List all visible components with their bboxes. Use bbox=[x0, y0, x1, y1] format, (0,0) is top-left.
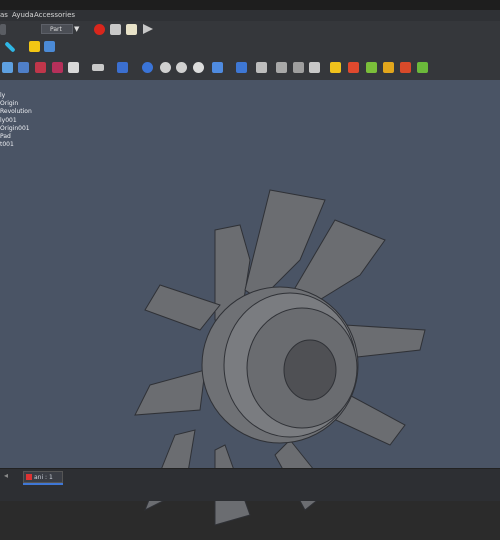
pad-icon[interactable] bbox=[18, 62, 29, 73]
datum-icon[interactable] bbox=[92, 64, 104, 71]
status-bar: ◂ ani : 1 bbox=[0, 468, 500, 501]
feature-red2-icon[interactable] bbox=[400, 62, 411, 73]
partdesign-toolbar bbox=[0, 55, 500, 81]
measure-icon[interactable] bbox=[4, 41, 16, 53]
stack-icon[interactable] bbox=[309, 62, 320, 73]
menu-item-ayuda[interactable]: Ayuda bbox=[12, 10, 34, 21]
tree-item[interactable]: Pad bbox=[0, 133, 32, 141]
chevron-down-icon[interactable]: ▼ bbox=[74, 24, 83, 34]
chamfer-icon[interactable] bbox=[176, 62, 187, 73]
part-icon[interactable] bbox=[29, 41, 40, 52]
menu-item-accessories[interactable]: Accessories bbox=[34, 10, 75, 21]
part-toolbar bbox=[0, 38, 500, 56]
document-tab[interactable]: ani : 1 bbox=[23, 471, 63, 483]
macro-toolbar: Part ▼ bbox=[0, 21, 500, 39]
window-titlebar bbox=[0, 0, 500, 10]
thickness-icon[interactable] bbox=[212, 62, 223, 73]
tree-item[interactable]: Revolution bbox=[0, 108, 32, 116]
tree-item[interactable]: Origin bbox=[0, 100, 32, 108]
record-macro-icon[interactable] bbox=[94, 24, 105, 35]
chevron-left-icon[interactable]: ◂ bbox=[4, 471, 8, 480]
3d-viewport[interactable]: ly Origin Revolution ly001 Origin001 Pad… bbox=[0, 80, 500, 526]
macro-editor-icon[interactable] bbox=[126, 24, 137, 35]
cube-icon[interactable] bbox=[276, 62, 287, 73]
pattern-icon[interactable] bbox=[142, 62, 153, 73]
pattern-linear-icon[interactable] bbox=[236, 62, 247, 73]
cube-alt-icon[interactable] bbox=[293, 62, 304, 73]
feature-yellow-icon[interactable] bbox=[330, 62, 341, 73]
document-selector-value: Part bbox=[50, 26, 62, 33]
feature-orange-icon[interactable] bbox=[383, 62, 394, 73]
document-selector[interactable]: Part bbox=[41, 24, 73, 34]
toolbar-handle-icon bbox=[0, 24, 6, 35]
open-folder-icon[interactable] bbox=[44, 41, 55, 52]
menu-item-herramientas[interactable]: as bbox=[0, 10, 8, 21]
feature-green-icon[interactable] bbox=[366, 62, 377, 73]
model-tree: ly Origin Revolution ly001 Origin001 Pad… bbox=[0, 92, 32, 149]
document-tab-icon bbox=[26, 474, 32, 480]
run-macro-icon[interactable] bbox=[143, 24, 153, 34]
mirror-icon[interactable] bbox=[117, 62, 128, 73]
sketch-icon[interactable] bbox=[2, 62, 13, 73]
document-tab-label: ani : 1 bbox=[34, 474, 53, 481]
active-tab-indicator bbox=[23, 483, 63, 485]
revolution-icon[interactable] bbox=[52, 62, 63, 73]
tree-item[interactable]: t001 bbox=[0, 141, 32, 149]
tree-item[interactable]: Origin001 bbox=[0, 125, 32, 133]
fillet-icon[interactable] bbox=[68, 62, 79, 73]
tree-item[interactable]: ly001 bbox=[0, 117, 32, 125]
hole-icon[interactable] bbox=[193, 62, 204, 73]
boolean-icon[interactable] bbox=[160, 62, 171, 73]
feature-red-icon[interactable] bbox=[348, 62, 359, 73]
axis-icon[interactable] bbox=[256, 62, 267, 73]
stop-macro-icon[interactable] bbox=[110, 24, 121, 35]
menubar: as Ayuda Accessories bbox=[0, 10, 500, 21]
feature-green2-icon[interactable] bbox=[417, 62, 428, 73]
pocket-icon[interactable] bbox=[35, 62, 46, 73]
tree-item[interactable]: ly bbox=[0, 92, 32, 100]
